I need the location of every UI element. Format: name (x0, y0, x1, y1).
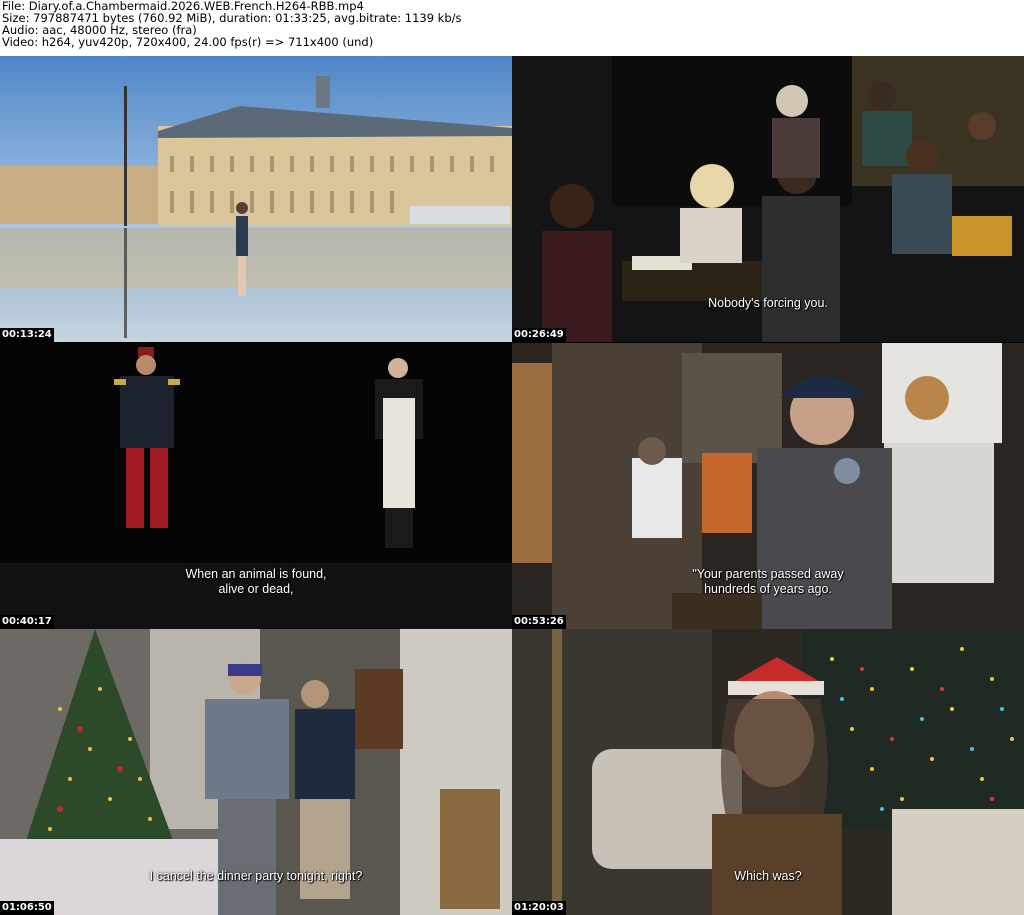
timestamp: 01:06:50 (0, 901, 54, 915)
subtitle-line-2: hundreds of years ago. (704, 582, 832, 596)
timestamp: 00:13:24 (0, 328, 54, 342)
subtitle: Nobody's forcing you. (512, 296, 1024, 311)
scene-plaza-reflection (0, 56, 512, 342)
file-info-header: File: Diary.of.a.Chambermaid.2026.WEB.Fr… (0, 0, 1024, 56)
video-info-line: Video: h264, yuv420p, 720x400, 24.00 fps… (2, 35, 374, 49)
subtitle: "Your parents passed away hundreds of ye… (512, 567, 1024, 597)
subtitle-line-1: I cancel the dinner party tonight, right… (149, 869, 363, 883)
thumbnail-grid: 00:13:24 Nobody's forcing you. 00:26:49 … (0, 56, 1024, 915)
subtitle-line-2: alive or dead, (218, 582, 294, 596)
subtitle: Which was? (512, 869, 1024, 884)
timestamp: 00:26:49 (512, 328, 566, 342)
thumbnail-frame-1: 00:13:24 (0, 56, 512, 342)
subtitle: When an animal is found, alive or dead, (0, 567, 512, 597)
subtitle-line-1: When an animal is found, (185, 567, 327, 581)
subtitle-line-1: Which was? (734, 869, 802, 883)
thumbnail-frame-5: I cancel the dinner party tonight, right… (0, 629, 512, 915)
timestamp: 00:53:26 (512, 615, 566, 629)
subtitle: I cancel the dinner party tonight, right… (0, 869, 512, 884)
thumbnail-frame-6: Which was? 01:20:03 (512, 629, 1024, 915)
thumbnail-frame-3: When an animal is found, alive or dead, … (0, 343, 512, 629)
thumbnail-frame-2: Nobody's forcing you. 00:26:49 (512, 56, 1024, 342)
timestamp: 00:40:17 (0, 615, 54, 629)
timestamp: 01:20:03 (512, 901, 566, 915)
thumbnail-frame-4: "Your parents passed away hundreds of ye… (512, 343, 1024, 629)
subtitle-line-1: Nobody's forcing you. (708, 296, 828, 310)
subtitle-line-1: "Your parents passed away (692, 567, 844, 581)
